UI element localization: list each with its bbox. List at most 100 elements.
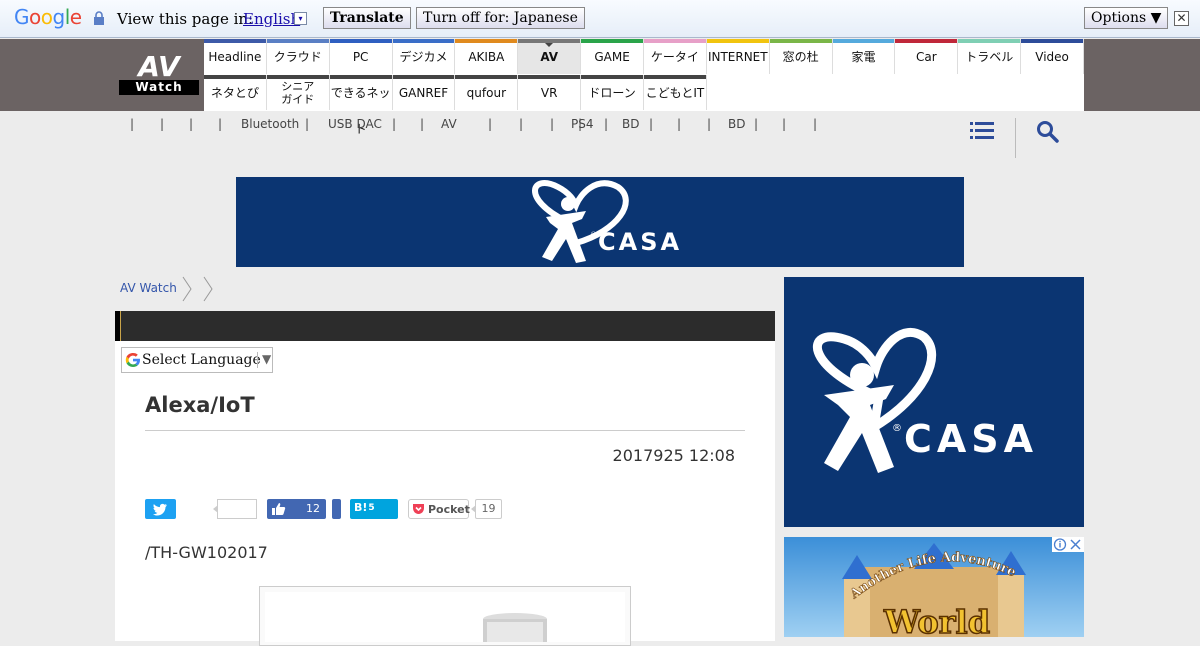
subnav-separator: | [392, 117, 397, 131]
logo-watch: Watch [119, 80, 199, 95]
nav-color-bar [204, 75, 266, 79]
nav-item[interactable]: ケータイ [644, 39, 707, 74]
divider [1015, 118, 1016, 158]
nav-item[interactable]: クラウド [266, 39, 330, 74]
sidebar-ad[interactable]: ® CASA [784, 277, 1084, 527]
nav-color-bar [266, 75, 329, 79]
chevron-down-icon: ▼ [262, 352, 272, 366]
nav-item[interactable]: シニア ガイド [266, 75, 330, 110]
nav-item[interactable]: トラベル [958, 39, 1022, 74]
pocket-icon [413, 504, 424, 514]
nav-item[interactable]: PC [329, 39, 393, 74]
nav-color-bar [392, 39, 455, 43]
title-divider [145, 430, 745, 431]
nav-item[interactable]: AKIBA [455, 39, 519, 74]
nav-item[interactable]: デジカメ [392, 39, 456, 74]
hatena-bookmark-button[interactable]: B!5 [350, 499, 398, 519]
subnav-separator: | [604, 117, 609, 131]
nav-item[interactable]: ドローン [581, 75, 644, 110]
nav-item[interactable]: Video [1021, 39, 1084, 74]
nav-item[interactable]: できるネット [329, 75, 393, 136]
nav-color-bar [958, 39, 1021, 43]
subnav-separator: | [488, 117, 493, 131]
nav-item[interactable]: AV [518, 39, 582, 74]
nav-item[interactable]: こどもとIT [644, 75, 707, 110]
translate-button[interactable]: Translate [323, 7, 411, 29]
subnav-separator: | [420, 117, 425, 131]
product-image[interactable] [259, 586, 631, 646]
subnav-separator: | [189, 117, 194, 131]
nav-item[interactable]: qufour [455, 75, 519, 110]
nav-item[interactable]: GAME [581, 39, 644, 74]
category-nav: Headline クラウド PC デジカメ AKIBA AV GAME ケータイ INTERNE… [204, 39, 1084, 136]
subnav-separator: | [160, 117, 165, 131]
subnav-item[interactable]: Bluetooth [241, 117, 299, 131]
language-select[interactable]: English [243, 10, 300, 28]
twitter-share-button[interactable] [145, 499, 176, 519]
subnav-separator: | [782, 117, 787, 131]
article-date: 2017925 12:08 [612, 446, 735, 465]
nav-item[interactable]: ネタとぴ [204, 75, 267, 110]
view-page-label: View this page in: [117, 10, 254, 28]
nav-color-bar [832, 39, 895, 43]
select-language-label: Select Language [142, 352, 261, 368]
divider [257, 352, 258, 368]
subnav-item[interactable]: BD [622, 117, 639, 131]
nav-color-bar [644, 39, 706, 43]
subnav-separator: | [218, 117, 223, 131]
select-language-dropdown[interactable]: Select Language ▼ [121, 347, 273, 373]
nav-color-bar [895, 39, 958, 43]
options-button[interactable]: Options ▼ [1084, 7, 1169, 29]
nav-color-bar [769, 39, 832, 43]
site-logo[interactable]: AV Watch [119, 53, 199, 95]
nav-item[interactable]: INTERNET [706, 39, 770, 74]
nav-item[interactable]: Headline [204, 39, 267, 74]
menu-icon[interactable] [970, 121, 994, 141]
nav-item[interactable]: 窓の杜 [769, 39, 833, 74]
game-ad[interactable]: Another Life Adventure World [784, 537, 1084, 637]
lock-icon [94, 11, 104, 25]
active-indicator-icon [545, 43, 554, 47]
turn-off-button[interactable]: Turn off for: Japanese [416, 7, 585, 29]
nav-item[interactable]: 家電 [832, 39, 896, 74]
google-g-icon [125, 353, 140, 367]
subnav-item[interactable]: AV [441, 117, 457, 131]
twitter-count [213, 499, 257, 519]
pocket-label: Pocket [428, 503, 470, 516]
nav-color-bar [392, 75, 455, 79]
translate-bar: Google View this page in: English ▾ Tran… [0, 0, 1200, 38]
banner-ad[interactable]: ® CASA [236, 177, 964, 267]
nav-color-bar [581, 75, 643, 79]
nav-item[interactable]: VR [518, 75, 582, 110]
nav-color-bar [455, 39, 518, 43]
nav-item[interactable]: GANREF [392, 75, 456, 110]
facebook-like-button[interactable]: 12 [267, 499, 326, 519]
search-icon[interactable] [1036, 120, 1060, 144]
article-header-bar [115, 311, 775, 341]
subnav-item[interactable]: BD [728, 117, 745, 131]
facebook-share-button[interactable] [332, 499, 341, 519]
chevron-down-icon[interactable]: ▾ [294, 12, 307, 25]
breadcrumb-home[interactable]: AV Watch [120, 281, 177, 295]
hatena-count: 5 [368, 503, 375, 513]
subnav-separator: | [649, 117, 654, 131]
subnav-item[interactable]: USB DAC [328, 117, 382, 131]
nav-item[interactable]: Car [895, 39, 959, 74]
subnav-separator: | [754, 117, 759, 131]
product-photo [483, 613, 547, 646]
thumbs-up-icon [272, 503, 286, 515]
nav-color-bar [706, 39, 769, 43]
google-logo: Google [14, 5, 82, 29]
nav-color-bar [204, 39, 266, 43]
subnav-item[interactable]: PS4 [571, 117, 594, 131]
game-title: World [883, 603, 990, 637]
close-icon[interactable]: ✕ [1174, 11, 1189, 26]
pocket-count: 19 [471, 499, 502, 519]
subnav-separator: | [519, 117, 524, 131]
nav-color-bar [1021, 39, 1083, 43]
pocket-button[interactable]: Pocket [408, 499, 470, 519]
subnav-separator: | [305, 117, 310, 131]
ad-choices[interactable] [1052, 537, 1084, 552]
article-model-text: /TH-GW102017 [145, 543, 268, 562]
registered-mark: ® [590, 231, 597, 239]
